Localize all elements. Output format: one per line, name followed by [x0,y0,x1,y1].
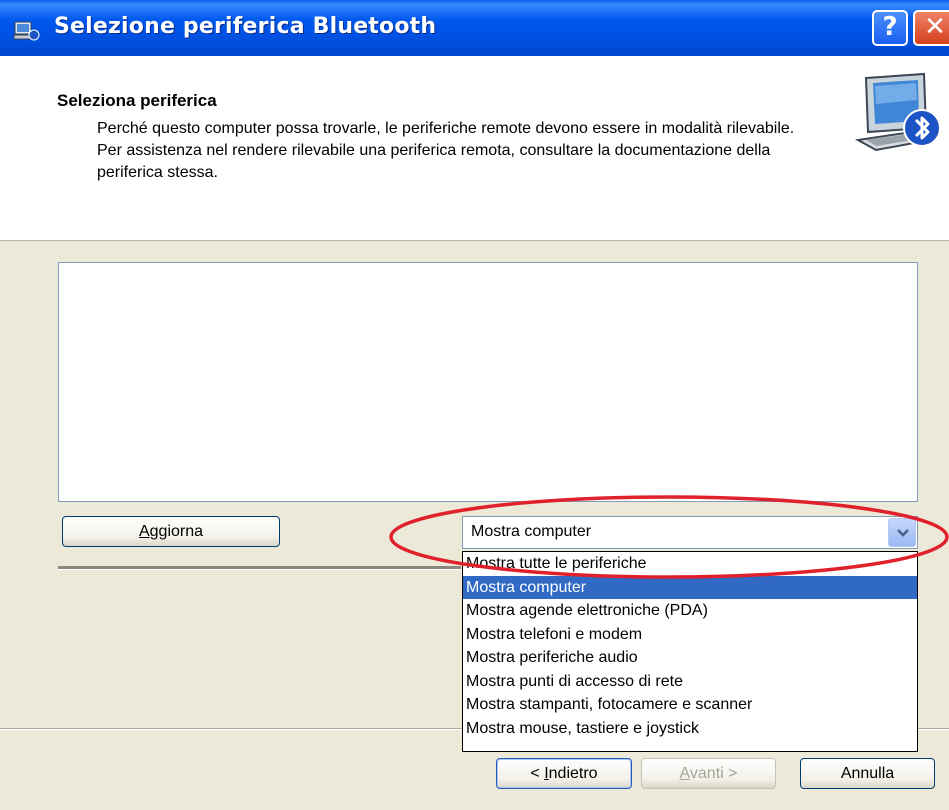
separator-line [58,566,461,570]
back-label: ndietro [548,765,598,782]
next-button: Avanti > [641,758,776,789]
header-panel: Seleziona periferica Perché questo compu… [0,56,949,241]
bluetooth-computer-icon [13,21,40,41]
help-button[interactable]: ? [872,10,908,46]
next-accesskey: A [679,765,690,782]
filter-option-computer[interactable]: Mostra computer [463,575,917,599]
next-label: vanti > [689,765,738,782]
close-button[interactable]: ✕ [913,10,949,46]
refresh-button[interactable]: Aggiorna [62,516,280,547]
bluetooth-device-selection-window: Selezione periferica Bluetooth ? ✕ Selez… [0,0,949,810]
description-line-1: Perché questo computer possa trovarle, l… [97,120,795,137]
filter-option-access-points[interactable]: Mostra punti di accesso di rete [463,670,917,694]
description-line-2: Per assistenza nel rendere rilevabile un… [97,142,771,181]
refresh-label: ggiorna [149,523,204,540]
cancel-button[interactable]: Annulla [800,758,935,789]
bluetooth-computer-icon [854,72,941,152]
filter-option-input-devices[interactable]: Mostra mouse, tastiere e joystick [463,717,917,741]
filter-option-printers[interactable]: Mostra stampanti, fotocamere e scanner [463,693,917,717]
page-title: Seleziona periferica [57,91,217,110]
title-bar[interactable]: Selezione periferica Bluetooth ? ✕ [0,0,949,56]
filter-option-all[interactable]: Mostra tutte le periferiche [463,552,917,576]
header-description: Perché questo computer possa trovarle, l… [97,118,807,184]
refresh-accesskey: A [138,523,150,540]
back-prefix: < [530,765,545,782]
filter-option-pda[interactable]: Mostra agende elettroniche (PDA) [463,599,917,623]
device-filter-select[interactable]: Mostra computer [462,516,918,549]
window-title: Selezione periferica Bluetooth [54,14,437,39]
filter-selected-value: Mostra computer [471,523,592,540]
filter-option-phones[interactable]: Mostra telefoni e modem [463,623,917,647]
filter-dropdown-list[interactable]: Mostra tutte le periferiche Mostra compu… [462,551,918,752]
chevron-down-icon [897,529,909,537]
dropdown-arrow-button[interactable] [888,518,916,547]
filter-option-audio[interactable]: Mostra periferiche audio [463,646,917,670]
device-list[interactable] [58,262,918,502]
back-button[interactable]: < Indietro [496,758,632,789]
